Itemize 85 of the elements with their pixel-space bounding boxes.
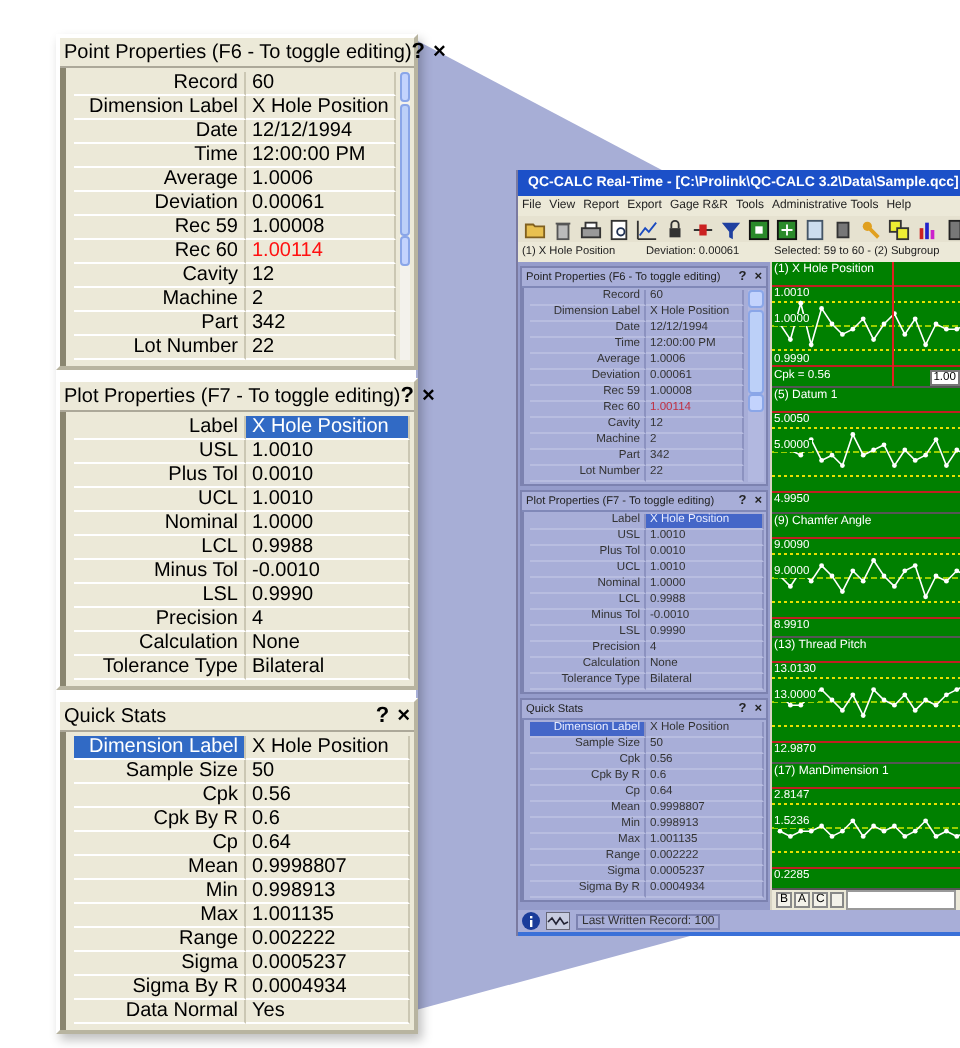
- property-label[interactable]: UCL: [74, 488, 246, 512]
- property-value[interactable]: 22: [246, 336, 397, 360]
- property-value[interactable]: 0.9990: [246, 584, 410, 608]
- property-label[interactable]: Part: [74, 312, 246, 336]
- property-value[interactable]: 60: [246, 72, 397, 96]
- property-label[interactable]: USL: [74, 440, 246, 464]
- property-value[interactable]: X Hole Position: [246, 736, 410, 760]
- property-value[interactable]: 1.00008: [246, 216, 397, 240]
- property-label[interactable]: Minus Tol: [74, 560, 246, 584]
- property-value[interactable]: 0.00061: [246, 192, 397, 216]
- property-value[interactable]: 1.0000: [246, 512, 410, 536]
- property-label[interactable]: Mean: [74, 856, 246, 880]
- property-value[interactable]: 0.9988: [246, 536, 410, 560]
- property-label[interactable]: Lot Number: [74, 336, 246, 360]
- property-value[interactable]: 342: [246, 312, 397, 336]
- property-value[interactable]: 50: [246, 760, 410, 784]
- scroll-thumb[interactable]: [748, 310, 764, 394]
- property-label[interactable]: Precision: [74, 608, 246, 632]
- property-value[interactable]: 1.0006: [246, 168, 397, 192]
- property-value[interactable]: 0.0010: [246, 464, 410, 488]
- property-label[interactable]: Sample Size: [74, 760, 246, 784]
- help-button[interactable]: ?: [375, 704, 390, 728]
- property-label[interactable]: Max: [74, 904, 246, 928]
- scrollbar[interactable]: [748, 290, 764, 482]
- property-label[interactable]: Plus Tol: [74, 464, 246, 488]
- property-value[interactable]: 1.001135: [246, 904, 410, 928]
- property-value[interactable]: 1.0010: [246, 440, 410, 464]
- property-label[interactable]: LCL: [74, 536, 246, 560]
- property-label[interactable]: Sigma: [74, 952, 246, 976]
- property-label[interactable]: Rec 60: [74, 240, 246, 264]
- property-label[interactable]: Dimension Label: [74, 96, 246, 120]
- property-value[interactable]: 0.6: [246, 808, 410, 832]
- property-value[interactable]: 2: [246, 288, 397, 312]
- property-label[interactable]: Rec 59: [74, 216, 246, 240]
- tab-strip-field: [846, 889, 956, 910]
- property-value[interactable]: None: [246, 632, 410, 656]
- property-label[interactable]: Record: [74, 72, 246, 96]
- tab-scroll-button[interactable]: [830, 891, 845, 908]
- property-label[interactable]: Data Normal: [74, 1000, 246, 1024]
- property-value[interactable]: Bilateral: [246, 656, 410, 680]
- property-value[interactable]: 1.0010: [246, 488, 410, 512]
- property-value[interactable]: -0.0010: [246, 560, 410, 584]
- property-label[interactable]: Nominal: [74, 512, 246, 536]
- property-value[interactable]: X Hole Position: [246, 416, 410, 440]
- property-label[interactable]: Cpk: [74, 784, 246, 808]
- close-button[interactable]: ×: [433, 40, 446, 64]
- scroll-thumb[interactable]: [400, 104, 410, 236]
- property-value[interactable]: 0.56: [246, 784, 410, 808]
- property-value[interactable]: 0.0004934: [246, 976, 410, 1000]
- property-label[interactable]: Date: [74, 120, 246, 144]
- scrollbar[interactable]: [400, 72, 410, 360]
- property-label[interactable]: Cavity: [74, 264, 246, 288]
- property-label[interactable]: Cpk By R: [74, 808, 246, 832]
- info-icon: [522, 912, 540, 930]
- close-button[interactable]: ×: [397, 704, 410, 728]
- property-label[interactable]: Tolerance Type: [74, 656, 246, 680]
- property-value[interactable]: 12: [246, 264, 397, 288]
- property-label[interactable]: Dimension Label: [74, 736, 246, 760]
- property-value[interactable]: Yes: [246, 1000, 410, 1024]
- panel-title: Plot Properties (F7 - To toggle editing): [64, 385, 401, 407]
- property-value[interactable]: 12:00:00 PM: [246, 144, 397, 168]
- property-value[interactable]: 12/12/1994: [246, 120, 397, 144]
- property-label[interactable]: Average: [74, 168, 246, 192]
- property-label[interactable]: Calculation: [74, 632, 246, 656]
- property-label[interactable]: Machine: [74, 288, 246, 312]
- property-value[interactable]: 0.002222: [246, 928, 410, 952]
- property-label[interactable]: Cp: [74, 832, 246, 856]
- property-label[interactable]: Range: [74, 928, 246, 952]
- panel-title: Quick Stats: [64, 705, 167, 727]
- panel-title: Point Properties (F6 - To toggle editing): [64, 41, 412, 63]
- property-label[interactable]: Min: [74, 880, 246, 904]
- property-value[interactable]: 0.0005237: [246, 952, 410, 976]
- help-button[interactable]: ?: [400, 384, 414, 408]
- property-value[interactable]: 0.9998807: [246, 856, 410, 880]
- property-label[interactable]: Time: [74, 144, 246, 168]
- property-value[interactable]: 0.998913: [246, 880, 410, 904]
- wave-icon: [546, 912, 570, 930]
- help-button[interactable]: ?: [411, 40, 426, 64]
- property-value[interactable]: 4: [246, 608, 410, 632]
- close-button[interactable]: ×: [421, 384, 435, 408]
- property-value[interactable]: X Hole Position: [246, 96, 397, 120]
- property-label[interactable]: Sigma By R: [74, 976, 246, 1000]
- property-value[interactable]: 0.64: [246, 832, 410, 856]
- property-label[interactable]: LSL: [74, 584, 246, 608]
- property-label[interactable]: Deviation: [74, 192, 246, 216]
